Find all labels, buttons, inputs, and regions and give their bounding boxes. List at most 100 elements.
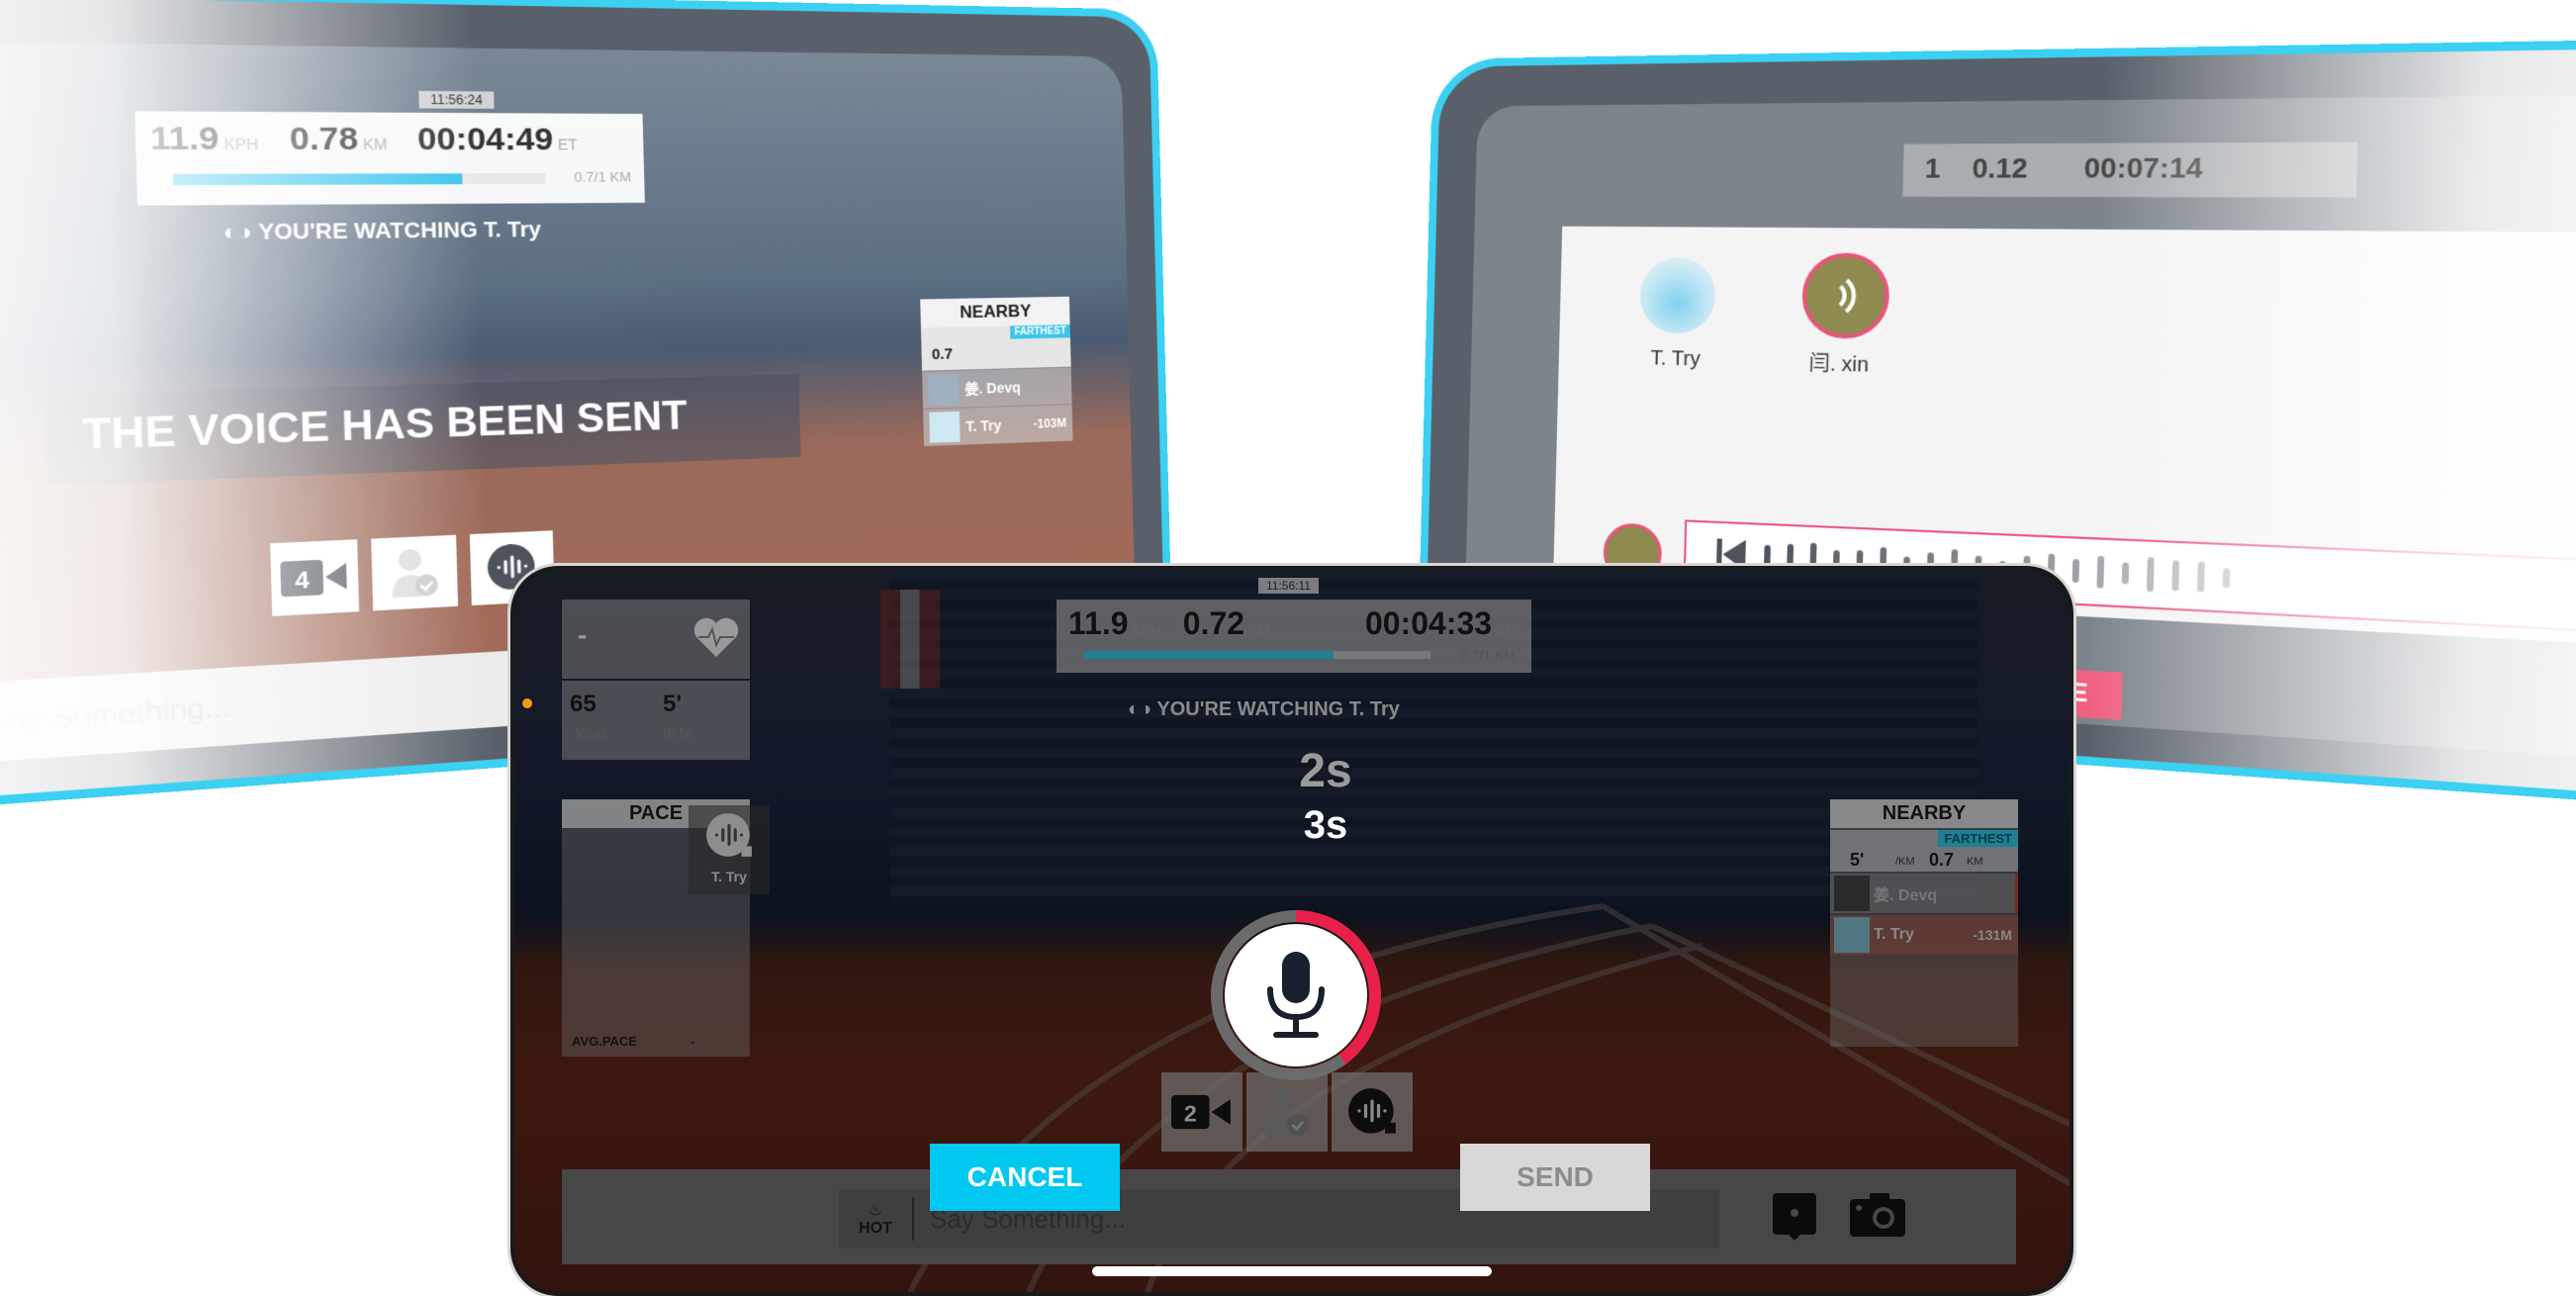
waveform-bar: [2146, 557, 2155, 593]
progress-fill: [173, 173, 463, 186]
avatar: [929, 411, 961, 443]
stats-hud: 11.9 KPH 0.72 KM 00:04:33 ET 0.7/1 KM: [1057, 600, 1531, 673]
nearby-row[interactable]: T. Try -103M: [923, 404, 1073, 447]
toast-text: THE VOICE HAS BEEN SENT: [81, 394, 689, 460]
waveform-bar: [2121, 562, 2130, 585]
home-indicator[interactable]: [1092, 1266, 1492, 1276]
nearby-panel: NEARBY FARTHEST 0.7 姜. Devq T. Try -103M: [920, 296, 1073, 447]
heart-rate-panel: -: [562, 600, 750, 679]
farthest-dist-unit: KM: [1967, 856, 1983, 868]
chat-input[interactable]: Say Something...: [0, 689, 231, 742]
recipient-name: 闫. xin: [1808, 352, 1870, 377]
svg-text:4: 4: [295, 566, 310, 594]
progress-distance: 0.7/1 KM: [574, 168, 632, 185]
avg-pace-value: -: [690, 1034, 695, 1049]
voice-bubble-marker[interactable]: T. Try: [689, 805, 770, 894]
stats-hud: 1 0.12 00:07:14: [1902, 141, 2358, 198]
waveform-bar: [2071, 559, 2080, 584]
nearby-row[interactable]: T. Try -131M: [1830, 915, 2018, 955]
user-check-icon: [392, 548, 439, 599]
speaking-icon: [1805, 257, 1886, 335]
progress-fill: [1084, 651, 1334, 659]
follow-button[interactable]: [371, 534, 459, 611]
nearby-title: NEARBY: [1830, 799, 2018, 828]
toast: THE VOICE HAS BEEN SENT: [44, 374, 801, 486]
avg-pace-label: AVG.PACE: [572, 1034, 637, 1049]
chat-bar: ♨ HOT Say Something...: [562, 1169, 2016, 1264]
calories-unit: kcal: [576, 724, 606, 743]
follow-button[interactable]: [1246, 1072, 1328, 1152]
elapsed-value: 00:04:33: [1364, 605, 1493, 641]
heart-icon: [693, 617, 739, 657]
eyes-icon: ◐◑: [223, 220, 253, 245]
cancel-button[interactable]: CANCEL: [930, 1144, 1120, 1211]
camera-photo-icon[interactable]: [1848, 1191, 1907, 1239]
progress-bar: [1084, 651, 1430, 659]
countdown-previous: 2s: [1299, 745, 1352, 797]
elapsed-unit: ET: [557, 136, 578, 153]
heart-rate-value: -: [578, 619, 588, 650]
recipient-name: T. Try: [1650, 346, 1701, 371]
camera-switch-button[interactable]: 4: [270, 539, 360, 616]
waveform-bar: [1764, 544, 1771, 569]
countdown-current: 3s: [1303, 803, 1348, 847]
distance-unit: KM: [362, 135, 388, 153]
user-check-icon: [1265, 1088, 1309, 1136]
speed-value: 11.9: [1068, 605, 1129, 641]
elapsed-value: 00:04:49: [416, 121, 554, 157]
farthest-row: FARTHEST 5' /KM 0.7 KM: [1830, 830, 2018, 872]
avatar: [928, 373, 960, 406]
voice-bubble-icon: [1348, 1088, 1396, 1134]
avatar: [1834, 876, 1870, 911]
microphone-icon: [1267, 952, 1325, 1038]
progress-distance: 0.7/1 KM: [1459, 647, 1516, 663]
chat-bar: ♨HOT Say Something...: [0, 649, 538, 771]
svg-text:2: 2: [1184, 1101, 1197, 1127]
distance-value: 0.78: [289, 121, 359, 157]
hot-button[interactable]: ♨ HOT: [839, 1197, 914, 1241]
pace-unit: /KM: [663, 724, 693, 743]
nearby-row[interactable]: 姜. Devq: [922, 366, 1072, 409]
record-button[interactable]: [1207, 906, 1385, 1084]
watching-label: ◐◑ YOU'RE WATCHING T. Try: [1128, 698, 1400, 720]
waveform-bar: [2196, 561, 2205, 593]
recipient-avatar[interactable]: [1638, 257, 1716, 334]
voice-bubble-icon: [706, 813, 752, 857]
camera-icon: 4: [280, 559, 347, 598]
camera-switch-button[interactable]: 2: [1161, 1072, 1242, 1152]
farthest-tag: FARTHEST: [1010, 324, 1070, 339]
distance-unit: KM: [1248, 621, 1270, 637]
calories-value: 65: [570, 691, 597, 717]
stats-hud: 11.9 KPH 0.78 KM 00:04:49 ET 0.7/1 KM: [135, 111, 645, 206]
waveform-bar: [2222, 568, 2231, 589]
nearby-row[interactable]: 姜. Devq: [1830, 874, 2018, 913]
calories-pace-panel: 65 kcal 5' /KM: [562, 681, 750, 760]
flame-icon: ♨: [868, 1202, 883, 1219]
clock: 11:56:24: [418, 90, 495, 109]
clock: 11:56:11: [1258, 578, 1319, 594]
farthest-pace-unit: /KM: [1895, 856, 1915, 868]
voice-message-button[interactable]: [1332, 1072, 1413, 1152]
progress-bar: [173, 173, 546, 186]
send-button[interactable]: SEND: [1460, 1144, 1650, 1211]
camera-icon: 2: [1171, 1094, 1231, 1130]
nearby-title: NEARBY: [920, 296, 1070, 328]
speed-unit: KPH: [1132, 621, 1161, 637]
waveform-bar: [2171, 560, 2180, 592]
location-pin-icon[interactable]: [1771, 1191, 1818, 1243]
speed-unit: KPH: [224, 135, 259, 153]
farthest-row: FARTHEST 0.7: [920, 324, 1071, 371]
pace-value: 5': [663, 691, 683, 717]
farthest-pace: 5': [1850, 850, 1865, 870]
distance-value: 0.72: [1182, 605, 1245, 641]
elapsed-unit: ET: [1496, 621, 1514, 637]
status-dot: [522, 698, 532, 708]
voice-bubble-name: T. Try: [711, 869, 747, 884]
speed-value: 11.9: [149, 120, 220, 157]
farthest-dist: 0.7: [1929, 850, 1955, 870]
watching-label: ◐◑ YOU'RE WATCHING T. Try: [223, 218, 542, 245]
waveform-bar: [2096, 555, 2105, 589]
farthest-dist: 0.7: [931, 345, 954, 364]
recipient-avatar-selected[interactable]: [1800, 252, 1890, 340]
nearby-panel: NEARBY FARTHEST 5' /KM 0.7 KM 姜. Devq T.…: [1830, 799, 2018, 1047]
